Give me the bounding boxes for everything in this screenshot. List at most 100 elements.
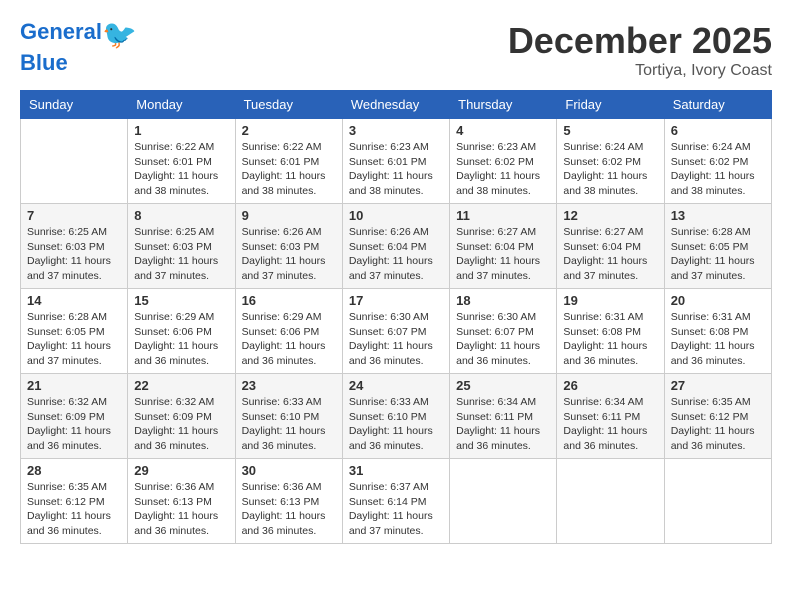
col-header-tuesday: Tuesday bbox=[235, 91, 342, 119]
calendar-cell: 2 Sunrise: 6:22 AM Sunset: 6:01 PM Daylig… bbox=[235, 119, 342, 204]
day-info: Sunrise: 6:26 AM Sunset: 6:04 PM Dayligh… bbox=[349, 225, 443, 284]
day-number: 14 bbox=[27, 293, 121, 308]
calendar-cell: 25Sunrise: 6:34 AM Sunset: 6:11 PM Dayli… bbox=[450, 374, 557, 459]
day-info: Sunrise: 6:36 AM Sunset: 6:13 PM Dayligh… bbox=[242, 480, 336, 539]
day-number: 9 bbox=[242, 208, 336, 223]
day-info: Sunrise: 6:24 AM Sunset: 6:02 PM Dayligh… bbox=[563, 140, 657, 199]
calendar-cell: 23 Sunrise: 6:33 AM Sunset: 6:10 PM Dayli… bbox=[235, 374, 342, 459]
calendar-cell: 15 Sunrise: 6:29 AM Sunset: 6:06 PM Dayli… bbox=[128, 289, 235, 374]
day-number: 27 bbox=[671, 378, 765, 393]
day-info: Sunrise: 6:22 AM Sunset: 6:01 PM Dayligh… bbox=[134, 140, 228, 199]
day-info: Sunrise: 6:24 AM Sunset: 6:02 PM Dayligh… bbox=[671, 140, 765, 199]
day-number: 31 bbox=[349, 463, 443, 478]
calendar-cell: 22Sunrise: 6:32 AM Sunset: 6:09 PM Dayli… bbox=[128, 374, 235, 459]
week-row-3: 14 Sunrise: 6:28 AM Sunset: 6:05 PM Dayli… bbox=[21, 289, 772, 374]
day-number: 5 bbox=[563, 123, 657, 138]
calendar-cell: 19 Sunrise: 6:31 AM Sunset: 6:08 PM Dayli… bbox=[557, 289, 664, 374]
calendar-cell: 21 Sunrise: 6:32 AM Sunset: 6:09 PM Dayli… bbox=[21, 374, 128, 459]
day-info: Sunrise: 6:25 AM Sunset: 6:03 PM Dayligh… bbox=[27, 225, 121, 284]
day-info: Sunrise: 6:23 AM Sunset: 6:01 PM Dayligh… bbox=[349, 140, 443, 199]
day-info: Sunrise: 6:31 AM Sunset: 6:08 PM Dayligh… bbox=[671, 310, 765, 369]
day-info: Sunrise: 6:35 AM Sunset: 6:12 PM Dayligh… bbox=[671, 395, 765, 454]
day-info: Sunrise: 6:26 AM Sunset: 6:03 PM Dayligh… bbox=[242, 225, 336, 284]
day-number: 17 bbox=[349, 293, 443, 308]
calendar-cell: 1 Sunrise: 6:22 AM Sunset: 6:01 PM Daylig… bbox=[128, 119, 235, 204]
calendar-cell bbox=[664, 459, 771, 544]
day-info: Sunrise: 6:35 AM Sunset: 6:12 PM Dayligh… bbox=[27, 480, 121, 539]
day-number: 30 bbox=[242, 463, 336, 478]
day-info: Sunrise: 6:28 AM Sunset: 6:05 PM Dayligh… bbox=[671, 225, 765, 284]
calendar-header-row: SundayMondayTuesdayWednesdayThursdayFrid… bbox=[21, 91, 772, 119]
day-number: 16 bbox=[242, 293, 336, 308]
day-number: 25 bbox=[456, 378, 550, 393]
calendar-cell: 11Sunrise: 6:27 AM Sunset: 6:04 PM Dayli… bbox=[450, 204, 557, 289]
calendar-cell: 12 Sunrise: 6:27 AM Sunset: 6:04 PM Dayli… bbox=[557, 204, 664, 289]
day-number: 8 bbox=[134, 208, 228, 223]
week-row-4: 21 Sunrise: 6:32 AM Sunset: 6:09 PM Dayli… bbox=[21, 374, 772, 459]
calendar-cell: 13 Sunrise: 6:28 AM Sunset: 6:05 PM Dayli… bbox=[664, 204, 771, 289]
logo-blue: Blue bbox=[20, 50, 68, 75]
day-info: Sunrise: 6:32 AM Sunset: 6:09 PM Dayligh… bbox=[27, 395, 121, 454]
calendar-cell: 16 Sunrise: 6:29 AM Sunset: 6:06 PM Dayli… bbox=[235, 289, 342, 374]
calendar-cell: 6Sunrise: 6:24 AM Sunset: 6:02 PM Daylig… bbox=[664, 119, 771, 204]
col-header-thursday: Thursday bbox=[450, 91, 557, 119]
col-header-wednesday: Wednesday bbox=[342, 91, 449, 119]
day-number: 15 bbox=[134, 293, 228, 308]
day-info: Sunrise: 6:29 AM Sunset: 6:06 PM Dayligh… bbox=[242, 310, 336, 369]
day-number: 7 bbox=[27, 208, 121, 223]
page-header: General🐦 Blue December 2025 Tortiya, Ivo… bbox=[20, 20, 772, 80]
calendar-cell: 5 Sunrise: 6:24 AM Sunset: 6:02 PM Daylig… bbox=[557, 119, 664, 204]
day-number: 22 bbox=[134, 378, 228, 393]
day-number: 29 bbox=[134, 463, 228, 478]
logo-text: General🐦 Blue bbox=[20, 20, 137, 75]
day-number: 4 bbox=[456, 123, 550, 138]
calendar-body: 1 Sunrise: 6:22 AM Sunset: 6:01 PM Daylig… bbox=[21, 119, 772, 544]
calendar-cell: 10 Sunrise: 6:26 AM Sunset: 6:04 PM Dayli… bbox=[342, 204, 449, 289]
day-info: Sunrise: 6:31 AM Sunset: 6:08 PM Dayligh… bbox=[563, 310, 657, 369]
logo: General🐦 Blue bbox=[20, 20, 137, 75]
calendar-cell: 7 Sunrise: 6:25 AM Sunset: 6:03 PM Daylig… bbox=[21, 204, 128, 289]
day-number: 19 bbox=[563, 293, 657, 308]
calendar-cell: 14 Sunrise: 6:28 AM Sunset: 6:05 PM Dayli… bbox=[21, 289, 128, 374]
day-number: 1 bbox=[134, 123, 228, 138]
day-info: Sunrise: 6:36 AM Sunset: 6:13 PM Dayligh… bbox=[134, 480, 228, 539]
col-header-monday: Monday bbox=[128, 91, 235, 119]
col-header-saturday: Saturday bbox=[664, 91, 771, 119]
day-info: Sunrise: 6:33 AM Sunset: 6:10 PM Dayligh… bbox=[349, 395, 443, 454]
week-row-2: 7 Sunrise: 6:25 AM Sunset: 6:03 PM Daylig… bbox=[21, 204, 772, 289]
calendar-cell: 3Sunrise: 6:23 AM Sunset: 6:01 PM Daylig… bbox=[342, 119, 449, 204]
logo-general: General bbox=[20, 19, 102, 44]
calendar-cell bbox=[450, 459, 557, 544]
col-header-sunday: Sunday bbox=[21, 91, 128, 119]
day-number: 20 bbox=[671, 293, 765, 308]
calendar-cell: 30 Sunrise: 6:36 AM Sunset: 6:13 PM Dayli… bbox=[235, 459, 342, 544]
day-info: Sunrise: 6:30 AM Sunset: 6:07 PM Dayligh… bbox=[349, 310, 443, 369]
calendar-cell: 26 Sunrise: 6:34 AM Sunset: 6:11 PM Dayli… bbox=[557, 374, 664, 459]
day-number: 12 bbox=[563, 208, 657, 223]
day-number: 10 bbox=[349, 208, 443, 223]
calendar-cell: 8 Sunrise: 6:25 AM Sunset: 6:03 PM Daylig… bbox=[128, 204, 235, 289]
day-info: Sunrise: 6:37 AM Sunset: 6:14 PM Dayligh… bbox=[349, 480, 443, 539]
day-info: Sunrise: 6:22 AM Sunset: 6:01 PM Dayligh… bbox=[242, 140, 336, 199]
day-info: Sunrise: 6:33 AM Sunset: 6:10 PM Dayligh… bbox=[242, 395, 336, 454]
calendar-cell: 27 Sunrise: 6:35 AM Sunset: 6:12 PM Dayli… bbox=[664, 374, 771, 459]
calendar-cell: 9 Sunrise: 6:26 AM Sunset: 6:03 PM Daylig… bbox=[235, 204, 342, 289]
day-number: 23 bbox=[242, 378, 336, 393]
day-info: Sunrise: 6:27 AM Sunset: 6:04 PM Dayligh… bbox=[563, 225, 657, 284]
day-number: 26 bbox=[563, 378, 657, 393]
day-number: 21 bbox=[27, 378, 121, 393]
day-info: Sunrise: 6:29 AM Sunset: 6:06 PM Dayligh… bbox=[134, 310, 228, 369]
location: Tortiya, Ivory Coast bbox=[508, 62, 772, 80]
day-number: 13 bbox=[671, 208, 765, 223]
day-info: Sunrise: 6:30 AM Sunset: 6:07 PM Dayligh… bbox=[456, 310, 550, 369]
day-info: Sunrise: 6:27 AM Sunset: 6:04 PM Dayligh… bbox=[456, 225, 550, 284]
day-number: 18 bbox=[456, 293, 550, 308]
day-number: 2 bbox=[242, 123, 336, 138]
day-info: Sunrise: 6:34 AM Sunset: 6:11 PM Dayligh… bbox=[563, 395, 657, 454]
day-info: Sunrise: 6:25 AM Sunset: 6:03 PM Dayligh… bbox=[134, 225, 228, 284]
day-number: 24 bbox=[349, 378, 443, 393]
day-info: Sunrise: 6:23 AM Sunset: 6:02 PM Dayligh… bbox=[456, 140, 550, 199]
calendar-table: SundayMondayTuesdayWednesdayThursdayFrid… bbox=[20, 90, 772, 544]
day-info: Sunrise: 6:28 AM Sunset: 6:05 PM Dayligh… bbox=[27, 310, 121, 369]
calendar-cell: 31 Sunrise: 6:37 AM Sunset: 6:14 PM Dayli… bbox=[342, 459, 449, 544]
